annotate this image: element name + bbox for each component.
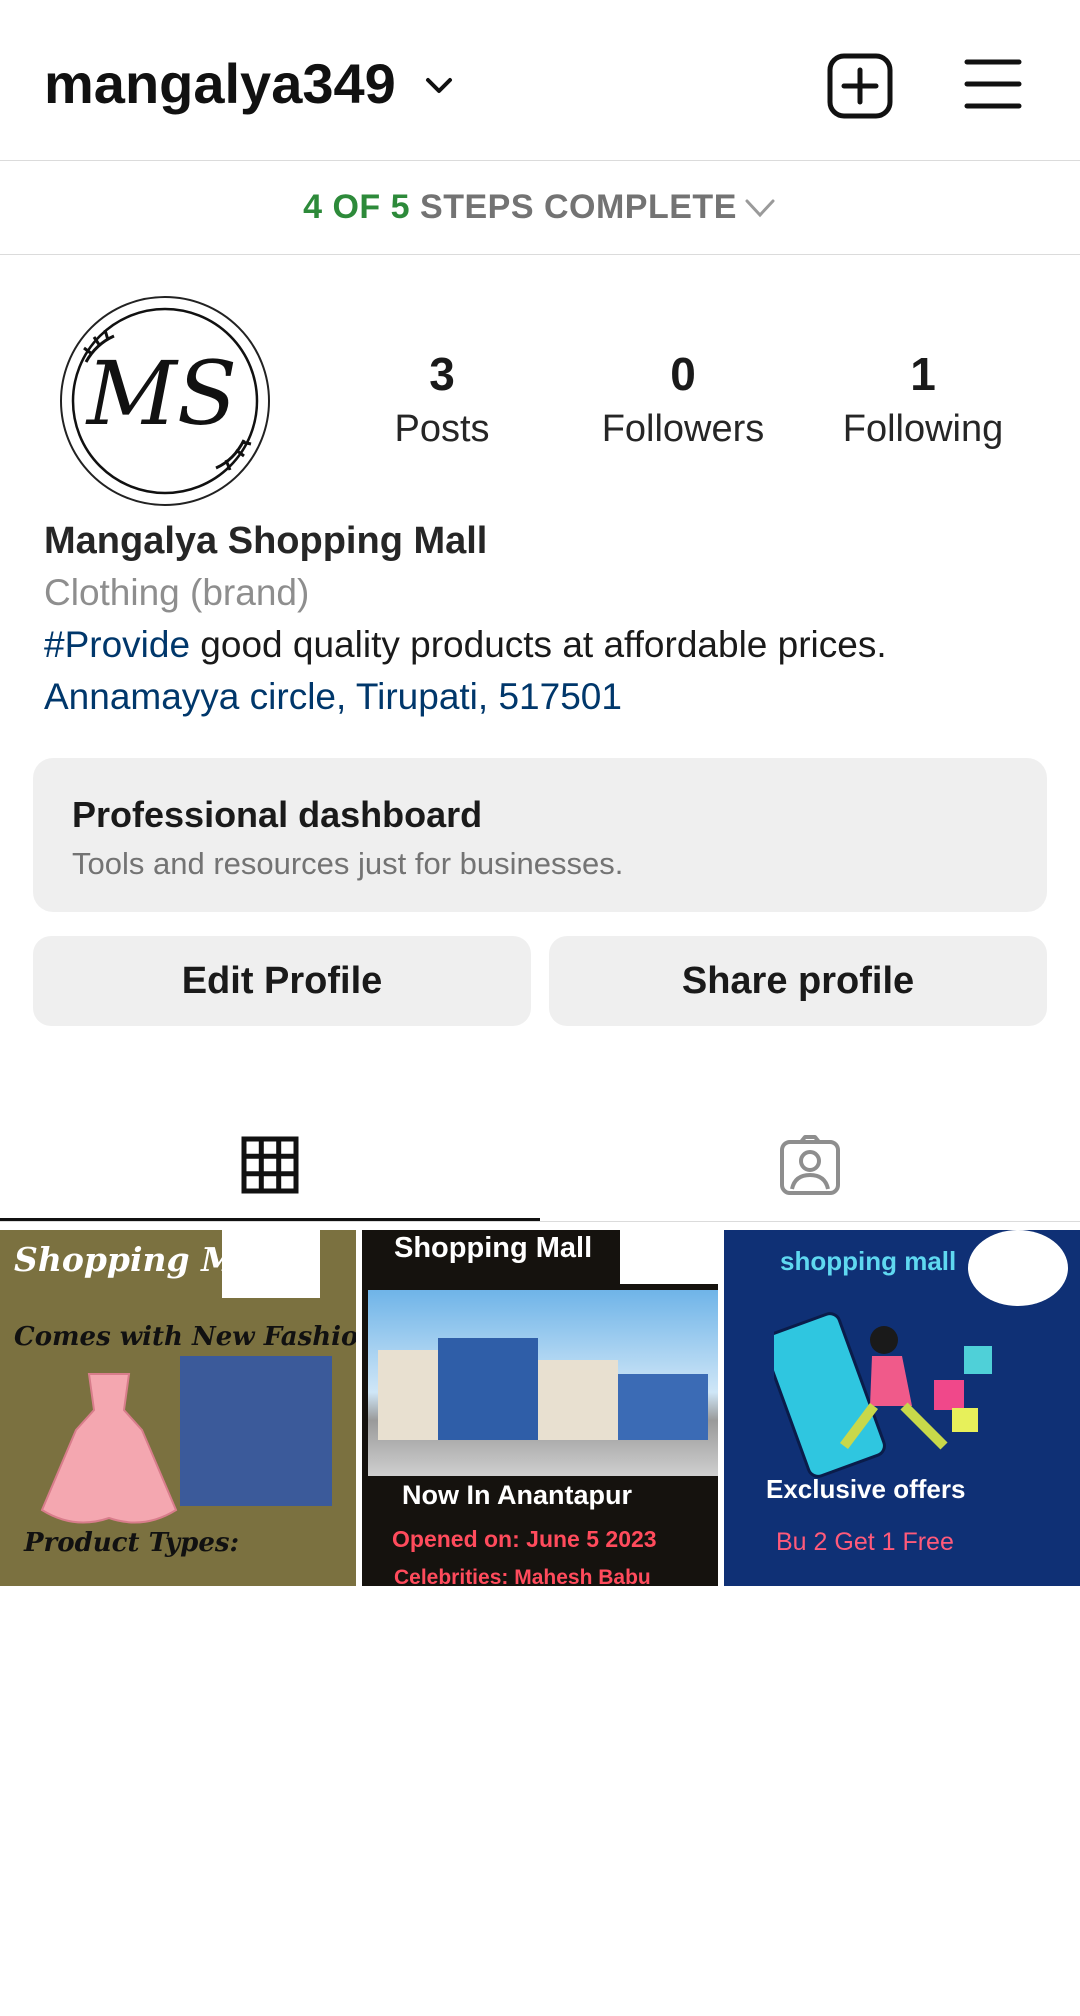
posts-count: 3 [429, 348, 455, 400]
ms-logo-icon: MS [60, 296, 270, 506]
profile-category: Clothing (brand) [44, 572, 310, 613]
following-label: Following [842, 408, 1004, 450]
bio-hashtag-link[interactable]: #Provide [44, 624, 190, 665]
grid-icon [241, 1136, 299, 1194]
mall-photo [368, 1290, 718, 1476]
jeans-photo [180, 1356, 332, 1506]
dress-icon [40, 1373, 178, 1524]
post-1-caption: Product Types: [24, 1528, 240, 1558]
post-2-celebrities: Celebrities: Mahesh Babu [394, 1566, 651, 1586]
post-3-title: shopping mall [780, 1246, 957, 1276]
profile-name: Mangalya Shopping Mall [44, 520, 488, 562]
posts-label: Posts [394, 408, 490, 450]
followers-label: Followers [601, 408, 765, 450]
tab-divider [0, 1221, 1080, 1222]
steps-progress-bar[interactable]: 4 OF 5 STEPS COMPLETE [0, 161, 1080, 255]
posts-stat[interactable]: 3 Posts [332, 346, 552, 452]
following-stat[interactable]: 1 Following [813, 346, 1033, 452]
steps-done-count: 4 OF 5 [303, 188, 411, 226]
followers-stat[interactable]: 0 Followers [573, 346, 793, 452]
shopping-phone-icon [774, 1312, 992, 1478]
account-username[interactable]: mangalya349 [44, 52, 396, 116]
post-thumbnail-1[interactable]: Shopping Mall Comes with New Fashion Pro… [0, 1230, 356, 1586]
tab-tagged[interactable] [540, 1110, 1080, 1220]
svg-text:MS: MS [85, 342, 237, 445]
following-count: 1 [910, 348, 936, 400]
profile-bio: #Provide good quality products at afford… [44, 624, 887, 666]
ms-logo-icon [222, 1230, 320, 1298]
post-2-subtitle: Now In Anantapur [402, 1480, 632, 1510]
followers-count: 0 [670, 348, 696, 400]
bio-text: good quality products at affordable pric… [190, 624, 887, 665]
steps-complete-label: STEPS COMPLETE [420, 188, 737, 226]
post-thumbnail-2[interactable]: Shopping Mall Now In Anantapur Opened on… [362, 1230, 718, 1586]
chevron-down-icon[interactable] [422, 68, 456, 102]
tab-posts-grid[interactable] [0, 1110, 540, 1220]
post-2-date: Opened on: June 5 2023 [392, 1526, 657, 1552]
tagged-icon [780, 1135, 840, 1195]
post-1-subtitle: Comes with New Fashion [14, 1322, 356, 1352]
ms-logo-icon [968, 1230, 1068, 1306]
menu-icon[interactable] [964, 56, 1022, 112]
ms-logo-icon [620, 1230, 718, 1284]
edit-profile-button[interactable]: Edit Profile [33, 936, 531, 1026]
add-square-icon[interactable] [826, 52, 894, 120]
post-2-title: Shopping Mall [394, 1232, 593, 1264]
post-3-offer: Bu 2 Get 1 Free [776, 1528, 954, 1556]
profile-address-link[interactable]: Annamayya circle, Tirupati, 517501 [44, 676, 622, 718]
dashboard-title: Professional dashboard [72, 794, 483, 835]
active-tab-indicator [0, 1218, 540, 1221]
post-3-subtitle: Exclusive offers [766, 1474, 966, 1504]
post-thumbnail-3[interactable]: shopping mall Exclusive offers Bu 2 Get … [724, 1230, 1080, 1586]
avatar[interactable]: MS [56, 292, 274, 510]
dashboard-subtitle: Tools and resources just for businesses. [72, 846, 624, 881]
share-profile-button[interactable]: Share profile [549, 936, 1047, 1026]
chevron-down-icon [745, 199, 775, 217]
